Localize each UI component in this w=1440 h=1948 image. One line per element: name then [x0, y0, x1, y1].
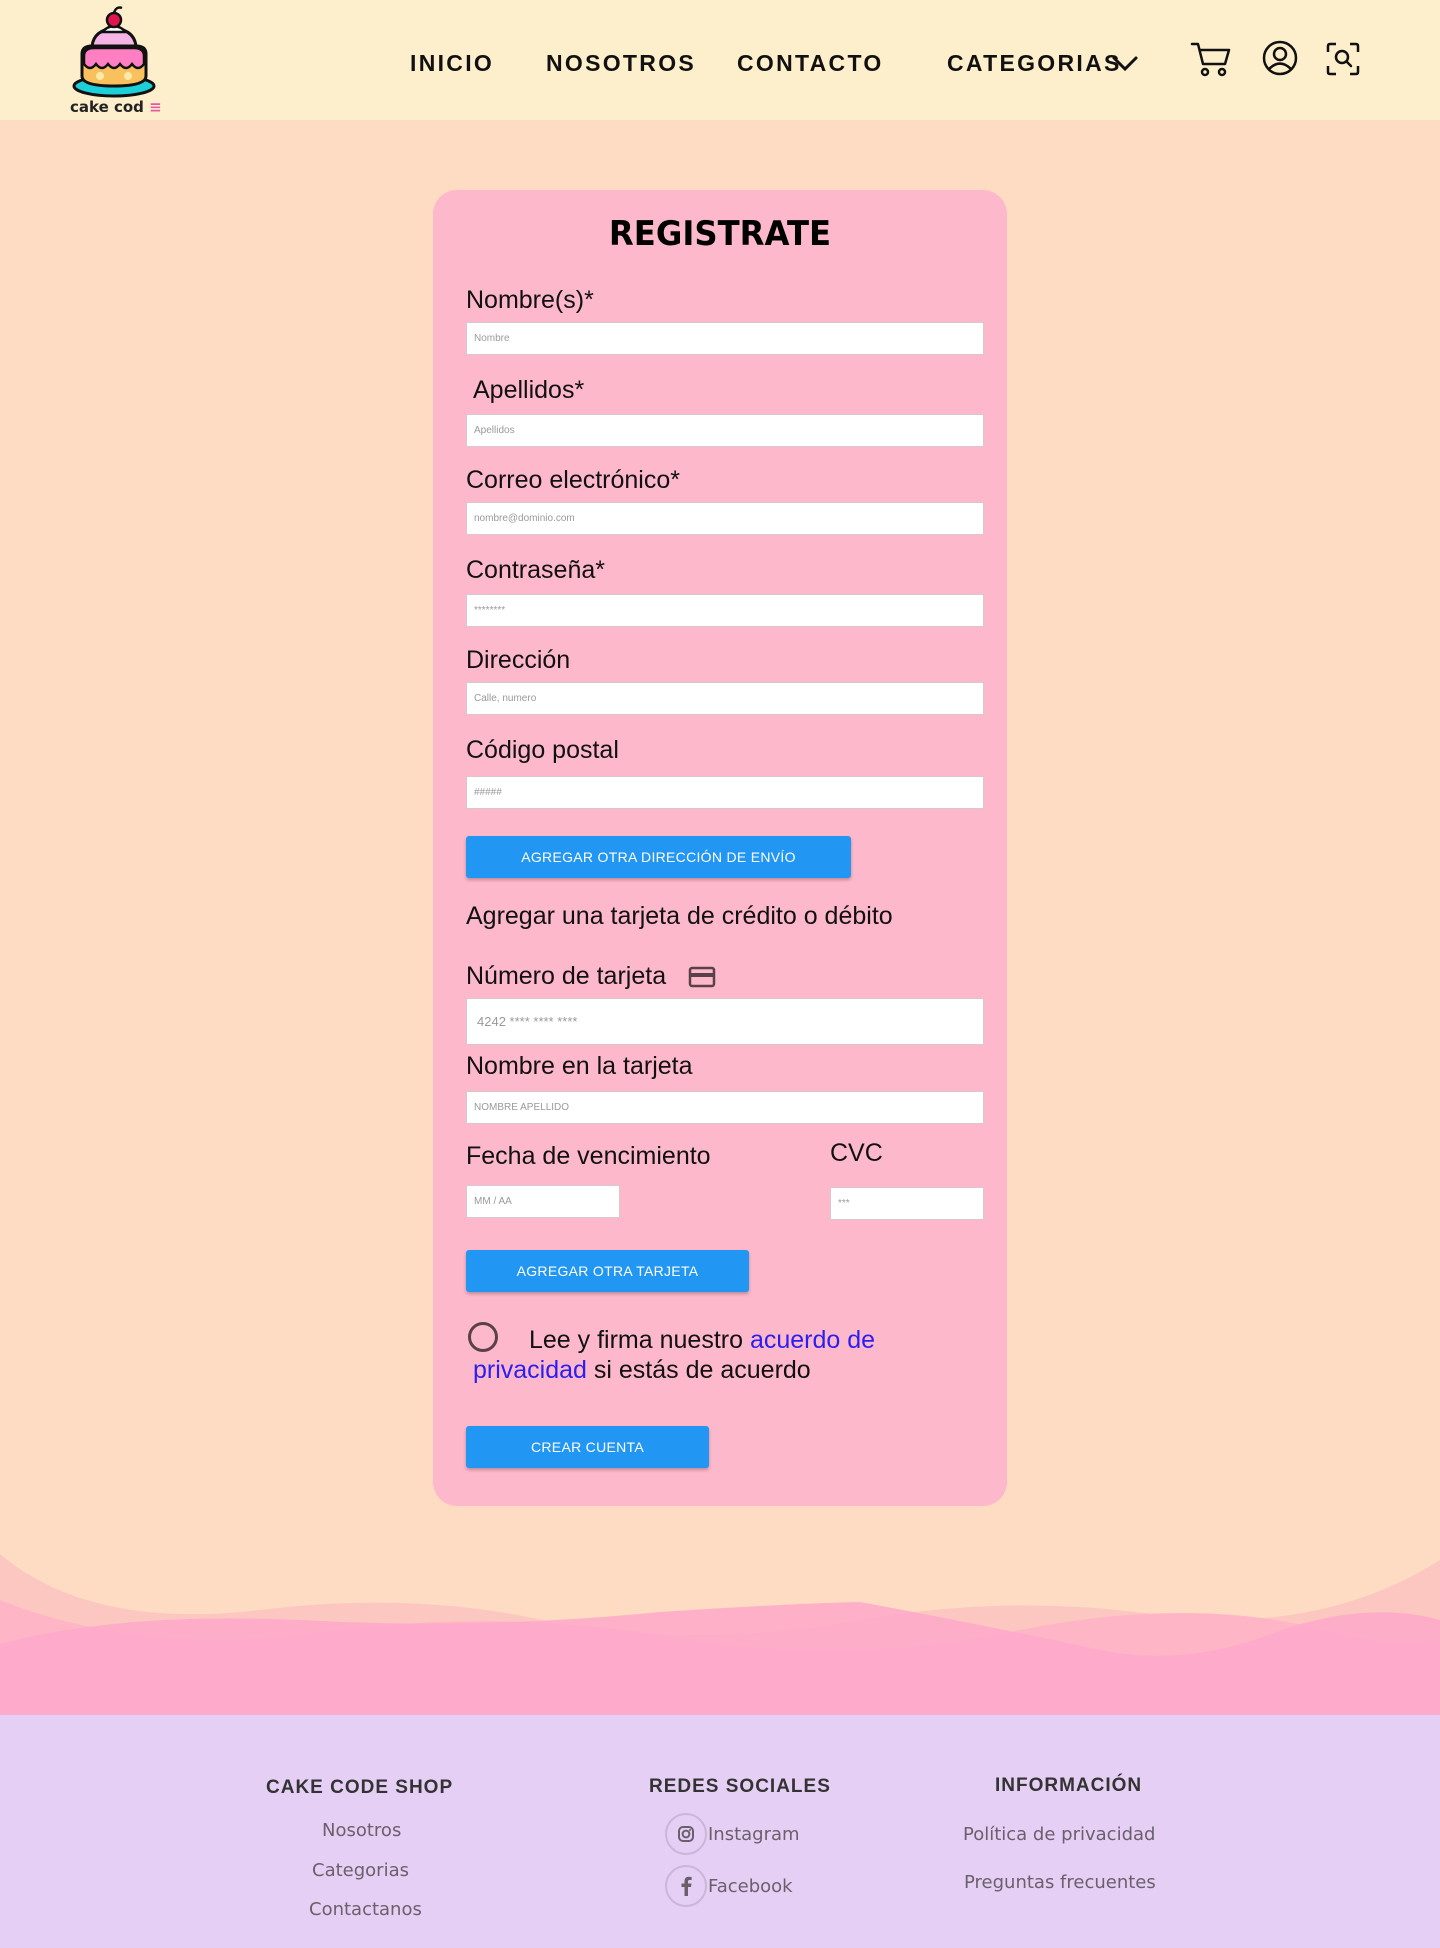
footer-social-title: REDES SOCIALES [649, 1776, 831, 1797]
card-number-input[interactable] [466, 998, 984, 1045]
address-input[interactable] [466, 682, 984, 715]
consent-line-2: privacidad si estás de acuerdo [473, 1355, 811, 1386]
lastname-label: Apellidos* [473, 376, 585, 404]
privacy-consent-radio[interactable] [468, 1322, 498, 1352]
user-icon[interactable] [1262, 40, 1298, 76]
footer-link-nosotros[interactable]: Nosotros [322, 1820, 401, 1841]
nav-categorias-label: CATEGORIAS [947, 50, 1122, 76]
privacy-agreement-link[interactable]: acuerdo de [750, 1326, 875, 1354]
decorative-waves [0, 1554, 1440, 1716]
footer-link-privacy[interactable]: Política de privacidad [963, 1824, 1155, 1845]
card-name-label: Nombre en la tarjeta [466, 1052, 693, 1080]
site-header: cake cod ≡ INICIO NOSOTROS CONTACTO CATE… [0, 0, 1440, 120]
footer-shop-title: CAKE CODE SHOP [266, 1777, 454, 1798]
zip-label: Código postal [466, 736, 619, 764]
privacy-agreement-link-cont[interactable]: privacidad [473, 1356, 587, 1384]
footer-link-contactanos[interactable]: Contactanos [309, 1899, 422, 1920]
site-footer: CAKE CODE SHOP Nosotros Categorias Conta… [0, 1715, 1440, 1948]
name-label: Nombre(s)* [466, 286, 594, 314]
instagram-icon [678, 1826, 694, 1842]
chevron-down-icon[interactable] [1112, 56, 1138, 72]
footer-link-instagram[interactable]: Instagram [708, 1824, 800, 1845]
password-input[interactable] [466, 594, 984, 627]
name-input[interactable] [466, 322, 984, 355]
footer-link-facebook[interactable]: Facebook [708, 1876, 793, 1897]
card-number-label-text: Número de tarjeta [466, 962, 667, 990]
card-name-input[interactable] [466, 1091, 984, 1124]
address-label: Dirección [466, 646, 571, 674]
register-form: REGISTRATE Nombre(s)* Apellidos* Correo … [433, 190, 1007, 1506]
search-icon[interactable] [1326, 42, 1360, 76]
cake-logo-icon [72, 6, 156, 98]
instagram-icon-circle[interactable] [665, 1813, 707, 1855]
create-account-button[interactable]: CREAR CUENTA [466, 1426, 709, 1468]
credit-card-icon [688, 966, 716, 988]
expiry-input[interactable] [466, 1185, 620, 1218]
nav-categorias[interactable]: CATEGORIAS [947, 50, 1122, 77]
consent-line-1: Lee y firma nuestro acuerdo de [529, 1325, 875, 1356]
nav-nosotros[interactable]: NOSOTROS [546, 50, 696, 77]
footer-link-faq[interactable]: Preguntas frecuentes [964, 1872, 1156, 1893]
add-address-button[interactable]: AGREGAR OTRA DIRECCIÓN DE ENVÍO [466, 836, 851, 878]
facebook-icon-circle[interactable] [665, 1865, 707, 1907]
footer-info-title: INFORMACIÓN [995, 1775, 1143, 1796]
email-label: Correo electrónico* [466, 466, 680, 494]
cvc-label: CVC [830, 1139, 883, 1167]
cake-code-logo[interactable]: cake cod ≡ [68, 6, 162, 118]
zip-input[interactable] [466, 776, 984, 809]
card-section-title: Agregar una tarjeta de crédito o débito [466, 902, 893, 930]
nav-inicio[interactable]: INICIO [410, 50, 494, 77]
nav-contacto[interactable]: CONTACTO [737, 50, 884, 77]
email-input[interactable] [466, 502, 984, 535]
logo-text: cake cod ≡ [70, 98, 162, 116]
password-label: Contraseña* [466, 556, 605, 584]
form-title: REGISTRATE [608, 214, 832, 254]
facebook-icon [681, 1876, 692, 1896]
lastname-input[interactable] [466, 414, 984, 447]
cart-icon[interactable] [1190, 40, 1232, 78]
add-card-button[interactable]: AGREGAR OTRA TARJETA [466, 1250, 749, 1292]
footer-link-categorias[interactable]: Categorias [312, 1860, 409, 1881]
consent-prefix: Lee y firma nuestro [529, 1326, 743, 1354]
menu-icon: ≡ [149, 98, 162, 116]
consent-suffix: si estás de acuerdo [593, 1356, 811, 1384]
expiry-label: Fecha de vencimiento [466, 1142, 711, 1170]
card-number-label: Número de tarjeta [466, 962, 666, 991]
cvc-input[interactable] [830, 1187, 984, 1220]
